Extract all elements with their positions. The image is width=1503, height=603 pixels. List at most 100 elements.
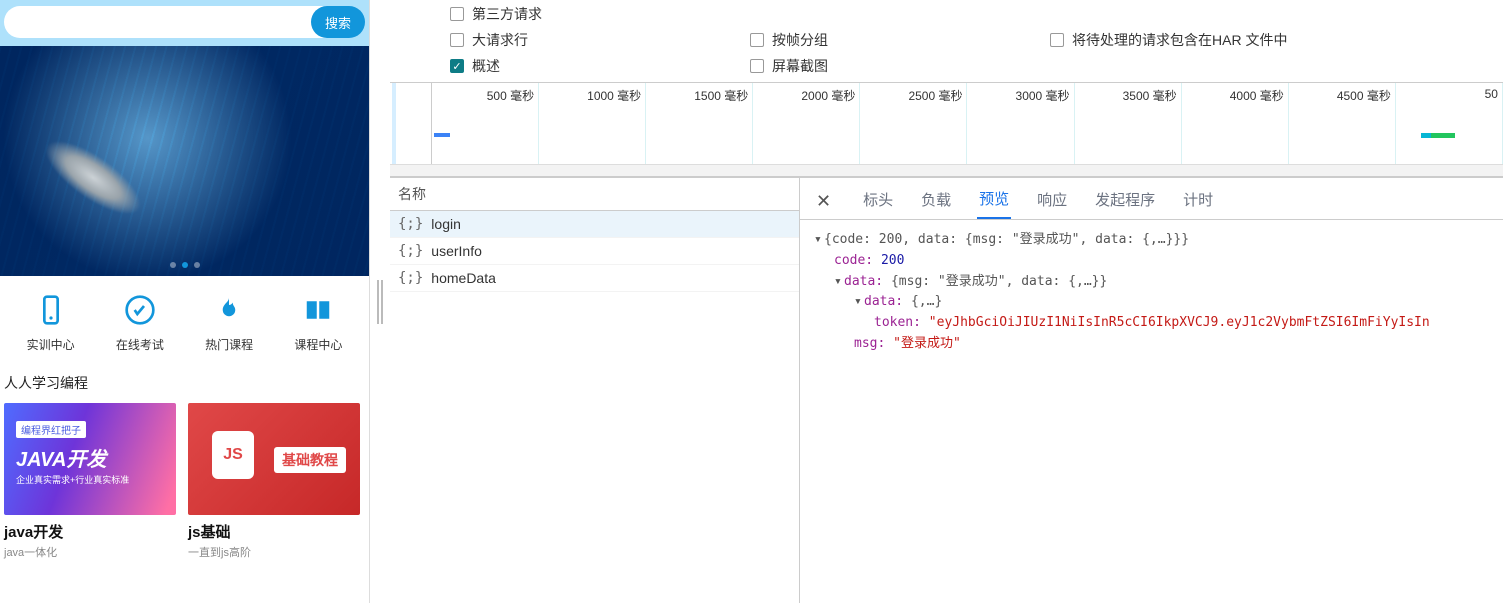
request-name: userInfo [431,243,482,259]
close-icon[interactable]: ✕ [816,191,831,212]
course-img-sub: 企业真实需求+行业真实标准 [16,473,129,486]
nav-grid: 实训中心 在线考试 热门课程 课程中心 [0,276,369,365]
course-title: java开发 [4,521,176,542]
course-title: js基础 [188,521,360,542]
checkbox-icon [750,33,764,47]
timeline-scrollbar[interactable] [390,164,1503,176]
course-card-image: JS 基础教程 [188,403,360,515]
timeline-column: 2000 毫秒 [753,83,860,176]
timeline-column: 3500 毫秒 [1075,83,1182,176]
devtools-network-panel: 第三方请求 大请求行 按帧分组 将待处理的请求包含在HAR 文件中 ✓ 概述 屏… [390,0,1503,603]
timeline-column: 2500 毫秒 [860,83,967,176]
checkbox-icon [750,59,764,73]
js-shield-icon: JS [212,431,254,479]
filter-include-har[interactable]: 将待处理的请求包含在HAR 文件中 [1050,30,1489,50]
course-subtitle: java一体化 [4,544,176,560]
checkbox-icon: ✓ [450,59,464,73]
filter-label: 概述 [472,56,500,76]
filter-large-rows[interactable]: 大请求行 [450,30,750,50]
course-badge: 编程界红把子 [16,421,86,438]
response-preview[interactable]: ▾{code: 200, data: {msg: "登录成功", data: {… [800,220,1503,603]
course-img-badge: 基础教程 [274,447,346,473]
timeline-column: 4000 毫秒 [1182,83,1289,176]
course-card-java[interactable]: 编程界红把子 JAVA开发 企业真实需求+行业真实标准 java开发 java一… [4,403,176,560]
carousel-dot[interactable] [182,262,188,268]
timeline-tick-label: 3500 毫秒 [1123,87,1177,104]
mobile-search-bar: 搜索 [0,0,369,46]
filter-label: 大请求行 [472,30,528,50]
timeline-tick-label: 1000 毫秒 [587,87,641,104]
search-input[interactable] [4,6,329,38]
request-row-homedata[interactable]: {;} homeData [390,265,799,292]
request-row-login[interactable]: {;} login [390,211,799,238]
filter-group-by-frame[interactable]: 按帧分组 [750,30,1050,50]
request-row-userinfo[interactable]: {;} userInfo [390,238,799,265]
carousel-dot[interactable] [170,262,176,268]
filter-screenshots[interactable]: 屏幕截图 [750,56,1050,76]
timeline-column: 4500 毫秒 [1289,83,1396,176]
course-subtitle: 一直到js高阶 [188,544,360,560]
nav-label: 热门课程 [205,336,253,353]
filter-label: 按帧分组 [772,30,828,50]
request-name: login [431,216,461,232]
book-icon [300,292,336,328]
timeline-column: 1000 毫秒 [539,83,646,176]
checkbox-icon [450,7,464,21]
tab-initiator[interactable]: 发起程序 [1093,185,1157,218]
tab-timing[interactable]: 计时 [1181,185,1215,218]
timeline-column: 500 毫秒 [432,83,539,176]
timeline-column: 1500 毫秒 [646,83,753,176]
timeline-tick-label: 50 [1485,87,1498,101]
checkbox-icon [1050,33,1064,47]
tab-payload[interactable]: 负载 [919,185,953,218]
timeline-tick-label: 4500 毫秒 [1337,87,1391,104]
nav-item-exam[interactable]: 在线考试 [116,292,164,353]
search-button[interactable]: 搜索 [311,6,365,38]
filter-third-party[interactable]: 第三方请求 [450,4,1489,24]
nav-label: 实训中心 [27,336,75,353]
timeline-tick-label: 2500 毫秒 [908,87,962,104]
request-name: homeData [431,270,496,286]
hero-banner[interactable] [0,46,369,276]
nav-item-courses[interactable]: 课程中心 [294,292,342,353]
timeline-tick-label: 2000 毫秒 [801,87,855,104]
section-title: 人人学习编程 [0,365,369,399]
filter-label: 第三方请求 [472,4,542,24]
json-icon: {;} [398,243,423,259]
carousel-dots [170,262,200,268]
mobile-preview: 搜索 实训中心 在线考试 [0,0,370,603]
course-card-js[interactable]: JS 基础教程 js基础 一直到js高阶 [188,403,360,560]
course-card-image: 编程界红把子 JAVA开发 企业真实需求+行业真实标准 [4,403,176,515]
network-filter-options: 第三方请求 大请求行 按帧分组 将待处理的请求包含在HAR 文件中 ✓ 概述 屏… [390,0,1503,82]
phone-icon [33,292,69,328]
tab-headers[interactable]: 标头 [861,185,895,218]
carousel-dot[interactable] [194,262,200,268]
drag-handle-icon [377,280,383,324]
timeline-marker [1421,133,1455,138]
checkbox-icon [450,33,464,47]
json-icon: {;} [398,270,423,286]
timeline-tick-label: 3000 毫秒 [1016,87,1070,104]
json-icon: {;} [398,216,423,232]
timeline-marker [434,133,450,137]
filter-label: 屏幕截图 [772,56,828,76]
fire-icon [211,292,247,328]
nav-item-hot[interactable]: 热门课程 [205,292,253,353]
request-list: 名称 {;} login {;} userInfo {;} homeData [390,178,800,603]
request-detail-panel: ✕ 标头 负载 预览 响应 发起程序 计时 ▾{code: 200, data:… [800,178,1503,603]
network-timeline[interactable]: 500 毫秒 1000 毫秒 1500 毫秒 2000 毫秒 2500 毫秒 3000 毫… [390,82,1503,177]
course-img-title: JAVA开发 [16,443,106,472]
request-list-header: 名称 [390,178,799,211]
filter-overview[interactable]: ✓ 概述 [450,56,750,76]
pane-divider[interactable] [370,0,390,603]
course-cards: 编程界红把子 JAVA开发 企业真实需求+行业真实标准 java开发 java一… [0,399,369,560]
nav-item-training[interactable]: 实训中心 [27,292,75,353]
exam-icon [122,292,158,328]
timeline-column: 3000 毫秒 [967,83,1074,176]
timeline-tick-label: 1500 毫秒 [694,87,748,104]
nav-label: 课程中心 [294,336,342,353]
tab-response[interactable]: 响应 [1035,185,1069,218]
timeline-tick-label: 4000 毫秒 [1230,87,1284,104]
tab-preview[interactable]: 预览 [977,184,1011,219]
detail-tabs: ✕ 标头 负载 预览 响应 发起程序 计时 [800,178,1503,220]
